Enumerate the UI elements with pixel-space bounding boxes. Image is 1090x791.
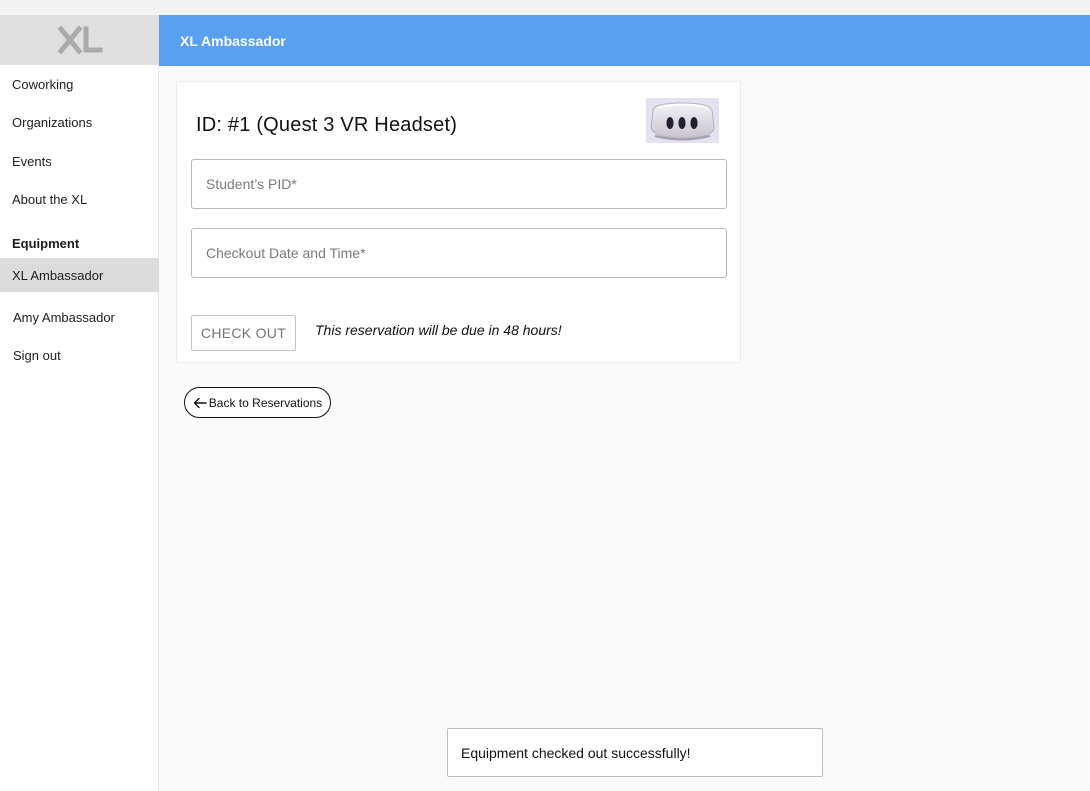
sidebar: Coworking Organizations Events About the… (0, 15, 159, 791)
xl-logo-icon (56, 26, 102, 54)
sign-out-label: Sign out (13, 347, 61, 363)
success-toast: Equipment checked out successfully! (447, 728, 823, 777)
user-name: Amy Ambassador (13, 309, 115, 325)
student-pid-input[interactable] (191, 159, 727, 209)
page-title: XL Ambassador (180, 32, 286, 49)
back-to-reservations-button[interactable]: Back to Reservations (184, 387, 331, 418)
sidebar-item-about[interactable]: About the XL (0, 182, 159, 216)
checkout-card: ID: #1 (Quest 3 VR Headset) CHECK OUT Th… (176, 81, 741, 363)
window-top-strip (0, 0, 1090, 15)
sidebar-item-label: About the XL (12, 191, 88, 207)
sidebar-item-user-profile[interactable]: Amy Ambassador (0, 300, 159, 334)
logo-area[interactable] (0, 15, 159, 65)
page-header: XL Ambassador (159, 15, 1090, 66)
sidebar-section-heading: Equipment (12, 236, 80, 251)
sidebar-item-label: Events (12, 153, 52, 169)
equipment-title: ID: #1 (Quest 3 VR Headset) (196, 114, 458, 136)
sidebar-item-coworking[interactable]: Coworking (0, 67, 159, 101)
sidebar-item-label: Organizations (12, 114, 93, 130)
toast-message: Equipment checked out successfully! (461, 744, 691, 761)
due-note: This reservation will be due in 48 hours… (315, 322, 562, 338)
sidebar-item-sign-out[interactable]: Sign out (0, 338, 159, 372)
vr-headset-image (646, 98, 719, 143)
sidebar-item-xl-ambassador[interactable]: XL Ambassador (0, 258, 159, 292)
check-out-button[interactable]: CHECK OUT (191, 315, 296, 351)
sidebar-item-events[interactable]: Events (0, 144, 159, 178)
checkout-datetime-input[interactable] (191, 228, 727, 278)
arrow-left-icon (193, 397, 207, 408)
sidebar-item-label: XL Ambassador (12, 267, 104, 283)
sidebar-item-organizations[interactable]: Organizations (0, 105, 159, 139)
back-label: Back to Reservations (208, 395, 323, 410)
sidebar-item-label: Coworking (12, 76, 74, 92)
